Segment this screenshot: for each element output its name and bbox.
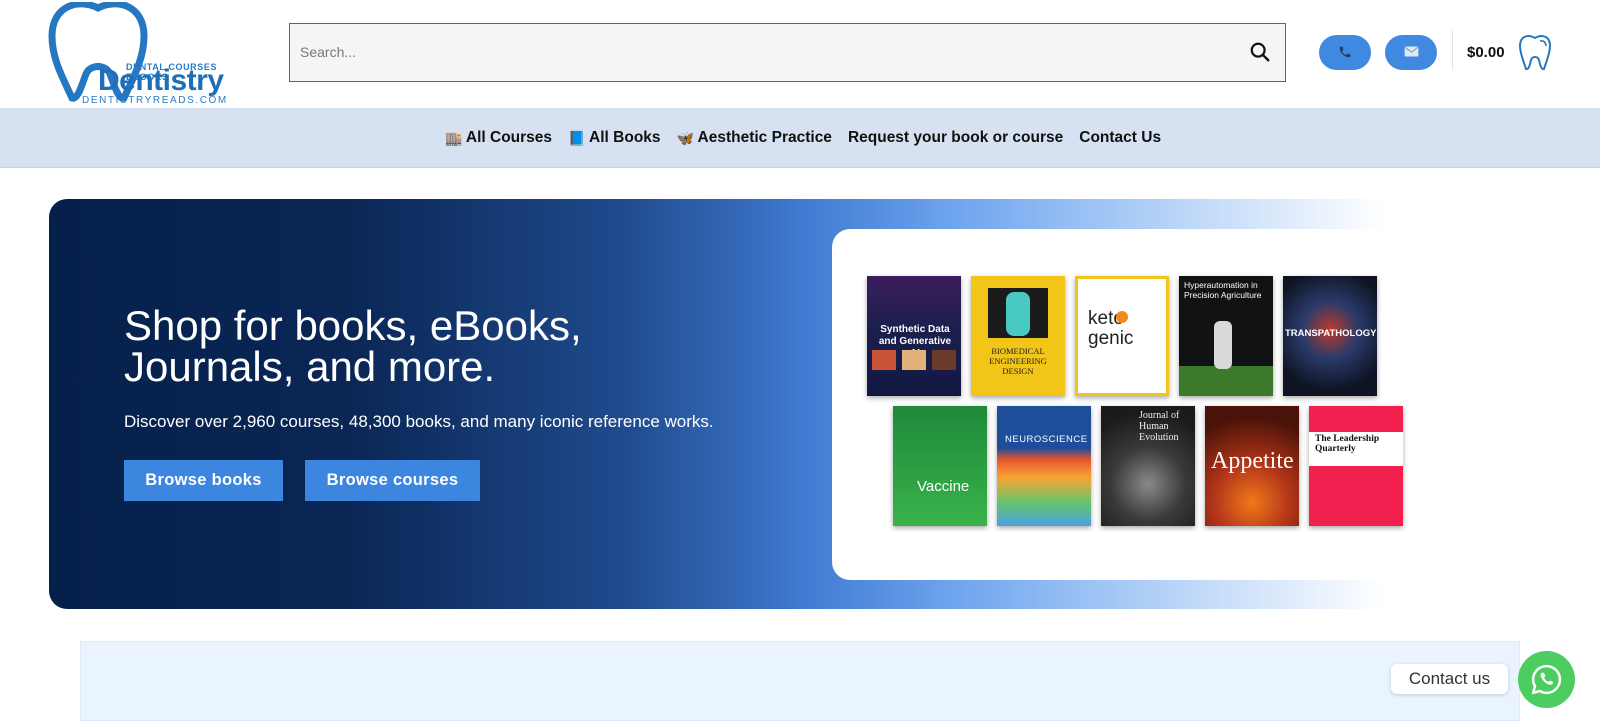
butterfly-icon: 🦋	[676, 129, 695, 146]
tooth-cart-icon[interactable]	[1518, 34, 1552, 72]
contact-us-label[interactable]: Contact us	[1391, 664, 1508, 694]
store-icon: 🏬	[445, 129, 463, 146]
book-title: NEUROSCIENCE	[1005, 434, 1088, 445]
book-icon: 📘	[568, 129, 586, 146]
book-cover[interactable]: BIOMEDICAL ENGINEERING DESIGN	[971, 276, 1065, 396]
book-title: BIOMEDICAL ENGINEERING DESIGN	[989, 346, 1047, 376]
site-logo[interactable]: DENTAL COURSES EBOOKS Dentistry DENTISTR…	[48, 2, 248, 106]
nav-item-label: Contact Us	[1079, 129, 1162, 146]
browse-courses-button[interactable]: Browse courses	[305, 460, 480, 501]
book-cover[interactable]: TRANSPATHOLOGY	[1283, 276, 1377, 396]
hero-heading: Shop for books, eBooks, Journals, and mo…	[124, 302, 582, 390]
whatsapp-icon	[1531, 664, 1562, 695]
book-title: TRANSPATHOLOGY	[1285, 328, 1377, 339]
book-cover[interactable]: Appetite	[1205, 406, 1299, 526]
book-title: Hyperautomation in Precision Agriculture	[1184, 280, 1262, 300]
logo-site: DENTISTRYREADS.COM	[82, 95, 228, 106]
nav-item-all-books[interactable]: 📘 All Books	[568, 129, 660, 147]
book-title: Appetite	[1211, 448, 1294, 474]
book-cover[interactable]: Vaccine	[893, 406, 987, 526]
nav-item-all-courses[interactable]: 🏬 All Courses	[445, 129, 552, 147]
logo-brand: Dentistry	[98, 64, 224, 97]
header-divider	[1452, 30, 1453, 70]
book-cover[interactable]: Hyperautomation in Precision Agriculture	[1179, 276, 1273, 396]
book-cover[interactable]: The Leadership Quarterly	[1309, 406, 1403, 526]
book-title: Journal of Human Evolution	[1139, 410, 1180, 443]
nav-item-label: All Courses	[465, 129, 553, 146]
hero-banner: Shop for books, eBooks, Journals, and mo…	[49, 199, 1550, 609]
cart-total[interactable]: $0.00	[1467, 44, 1505, 61]
nav-item-label: All Books	[589, 129, 661, 146]
nav-item-aesthetic-practice[interactable]: 🦋 Aesthetic Practice	[677, 129, 832, 147]
book-cover[interactable]: keto genic	[1075, 276, 1169, 396]
search-bar	[289, 23, 1286, 82]
book-title: Vaccine	[917, 478, 970, 495]
search-icon[interactable]	[1249, 41, 1271, 63]
email-button[interactable]	[1385, 35, 1437, 70]
book-cover[interactable]: Journal of Human Evolution	[1101, 406, 1195, 526]
nav-item-label: Request your book or course	[847, 129, 1064, 146]
mail-icon	[1404, 46, 1419, 57]
nav-item-contact-us[interactable]: Contact Us	[1079, 129, 1161, 147]
hero-subtext: Discover over 2,960 courses, 48,300 book…	[124, 412, 714, 431]
nav-item-label: Aesthetic Practice	[697, 129, 832, 146]
content-section	[80, 641, 1520, 721]
phone-button[interactable]	[1319, 35, 1371, 70]
main-nav: 🏬 All Courses 📘 All Books 🦋 Aesthetic Pr…	[0, 108, 1600, 168]
book-cover[interactable]: Synthetic Data and Generative AI	[867, 276, 961, 396]
search-input[interactable]	[290, 24, 1230, 80]
book-showcase: Synthetic Data and Generative AI BIOMEDI…	[832, 229, 1422, 580]
nav-item-request[interactable]: Request your book or course	[848, 129, 1063, 147]
site-header: DENTAL COURSES EBOOKS Dentistry DENTISTR…	[0, 0, 1600, 108]
whatsapp-button[interactable]	[1518, 651, 1575, 708]
book-cover[interactable]: NEUROSCIENCE	[997, 406, 1091, 526]
book-title: The Leadership Quarterly	[1315, 434, 1380, 454]
phone-icon	[1339, 46, 1351, 58]
browse-books-button[interactable]: Browse books	[124, 460, 283, 501]
